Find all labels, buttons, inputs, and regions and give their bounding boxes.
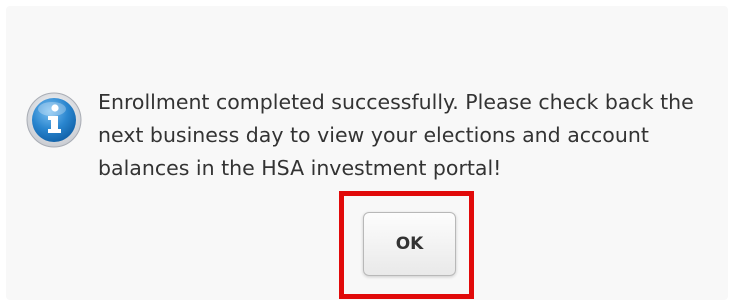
ok-button[interactable]: OK <box>363 212 456 276</box>
dialog-message: Enrollment completed successfully. Pleas… <box>98 90 694 180</box>
alert-dialog: Enrollment completed successfully. Pleas… <box>6 6 728 300</box>
page: Enrollment completed successfully. Pleas… <box>0 0 732 302</box>
info-icon <box>26 92 82 148</box>
